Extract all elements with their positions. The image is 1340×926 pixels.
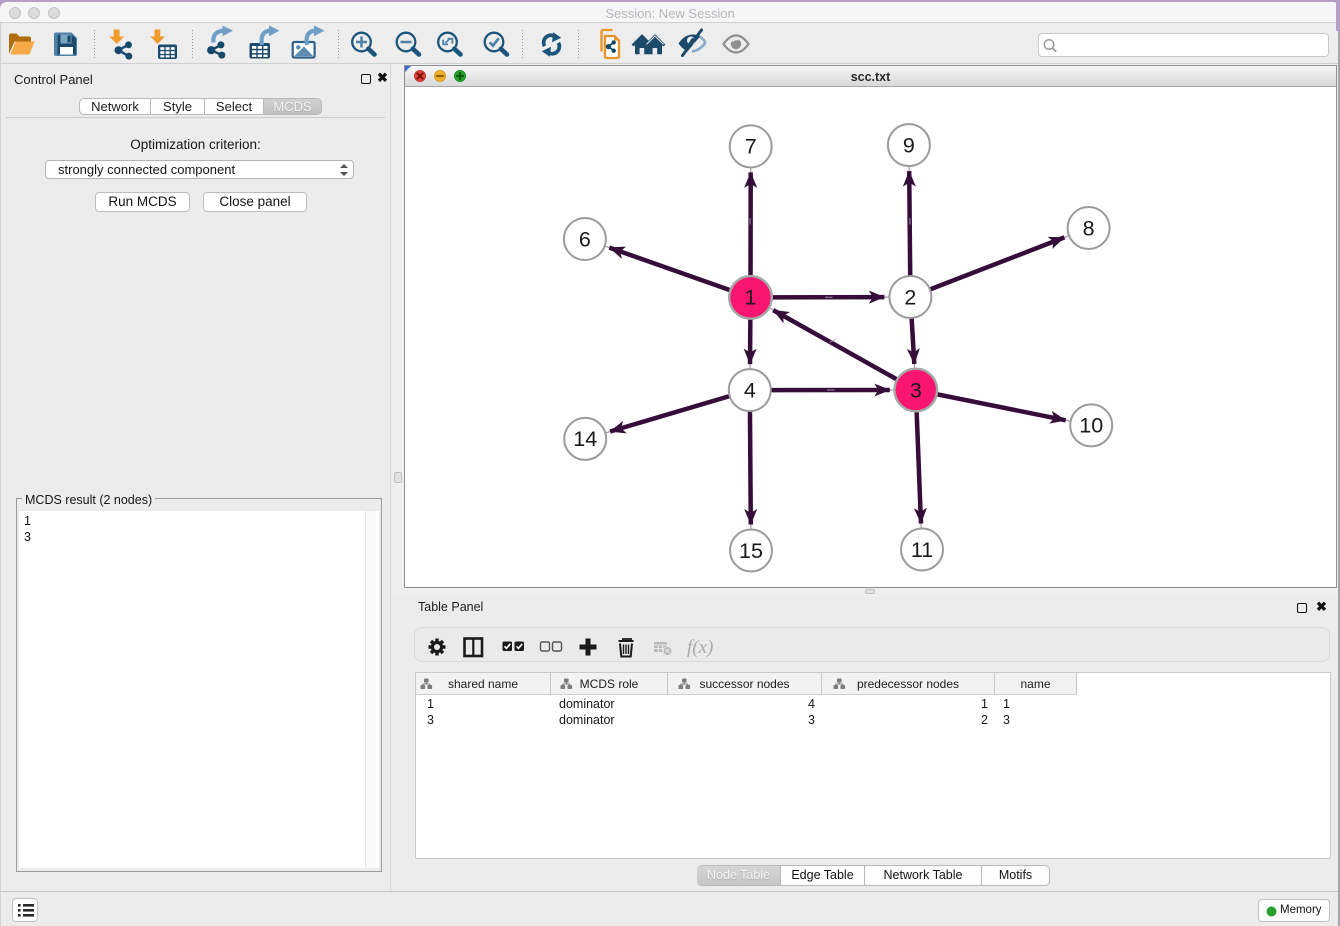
svg-text:3: 3 — [910, 378, 922, 402]
svg-text:6: 6 — [579, 227, 591, 251]
svg-text:4: 4 — [744, 378, 756, 402]
svg-text:7: 7 — [745, 135, 757, 159]
svg-text:9: 9 — [903, 133, 915, 157]
svg-text:8: 8 — [1083, 216, 1095, 240]
svg-text:14: 14 — [573, 427, 597, 451]
svg-text:11: 11 — [911, 538, 933, 562]
svg-text:10: 10 — [1079, 414, 1103, 438]
svg-text:f(x): f(x) — [687, 637, 713, 658]
svg-text:1: 1 — [745, 286, 757, 310]
svg-text:2: 2 — [904, 285, 916, 309]
svg-text:15: 15 — [739, 539, 763, 563]
